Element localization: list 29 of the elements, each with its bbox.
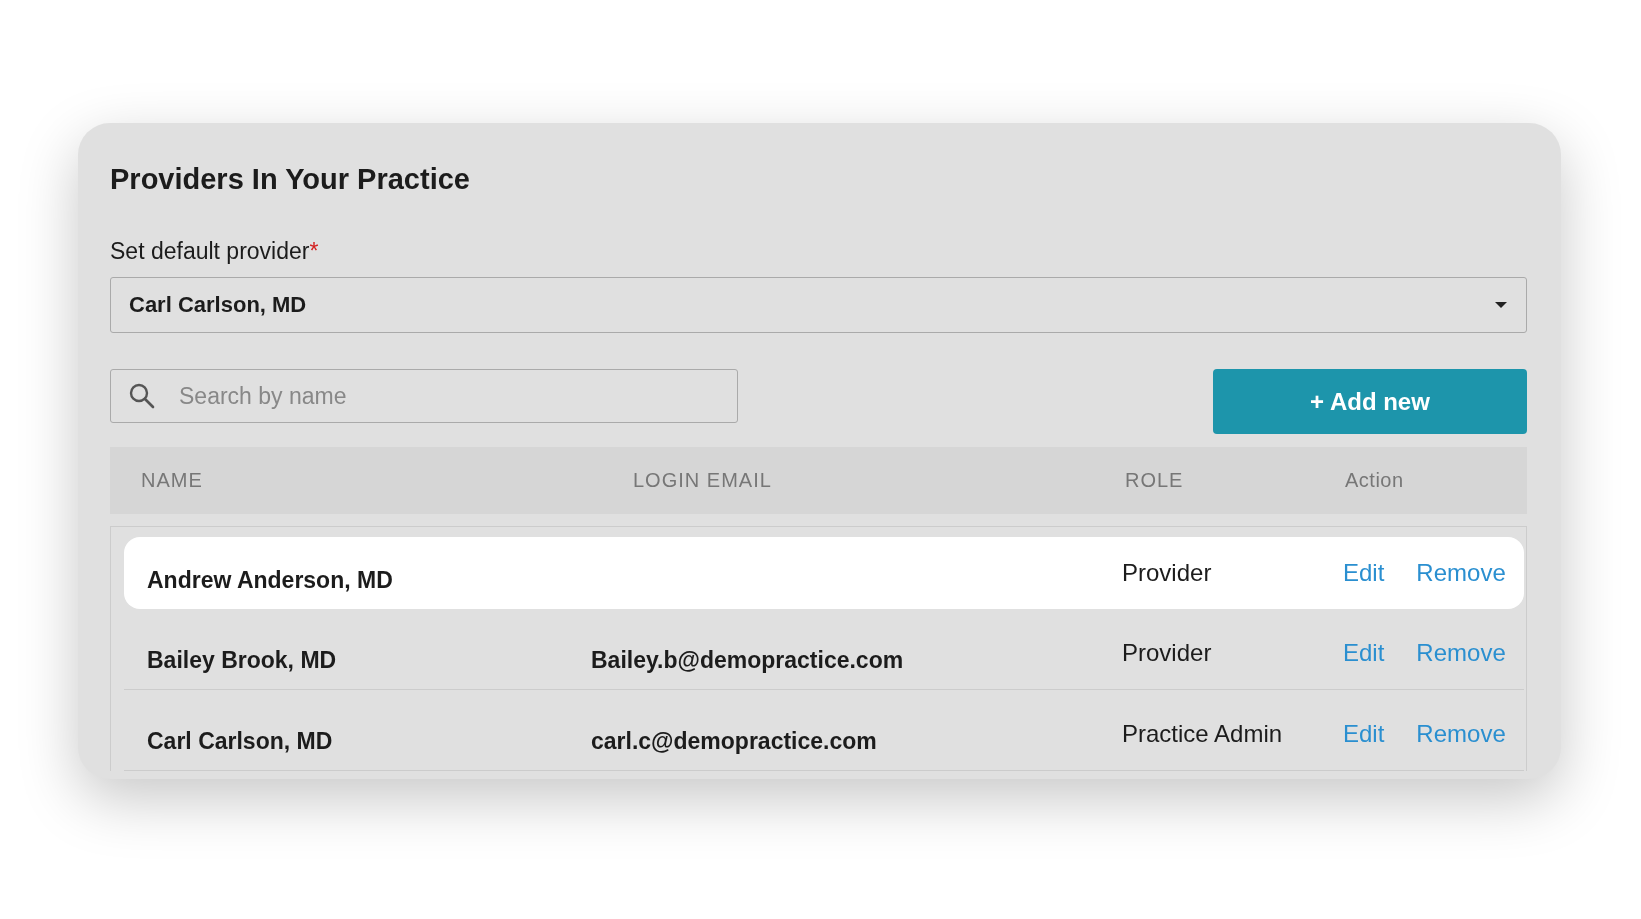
- provider-dropdown[interactable]: Carl Carlson, MD: [110, 277, 1527, 333]
- search-icon: [128, 382, 156, 410]
- table-row[interactable]: Andrew Anderson, MD Provider Edit Remove: [124, 537, 1524, 609]
- table-cell-text: carl.c@demopractice.com: [591, 726, 878, 755]
- table-cell-text: Carl Carlson, MD: [147, 726, 334, 755]
- table-row[interactable]: Carl Carlson, MD carl.c@demopractice.com Practice Admin Edit Remove: [124, 698, 1524, 771]
- action-link[interactable]: Edit: [1343, 720, 1385, 748]
- action-link[interactable]: Remove: [1416, 559, 1506, 587]
- table-row[interactable]: Bailey Brook, MD Bailey.b@demopractice.com Provider Edit Remove: [124, 617, 1524, 690]
- caret-icon: [1494, 301, 1508, 309]
- table-cell-text: Andrew Anderson, MD: [147, 565, 394, 594]
- add-new-button[interactable]: + Add new: [1213, 369, 1527, 434]
- action-link[interactable]: Edit: [1343, 639, 1385, 667]
- table-cell-text: Provider: [1122, 639, 1213, 667]
- column-header: LOGIN EMAIL: [633, 469, 773, 492]
- action-link[interactable]: Remove: [1416, 639, 1506, 667]
- table-cell-text: Bailey.b@demopractice.com: [591, 645, 905, 674]
- action-link[interactable]: Remove: [1416, 720, 1506, 748]
- table-cell-text: Practice Admin: [1122, 720, 1284, 748]
- field-label: Set default provider: [110, 238, 310, 265]
- table-cell-text: Bailey Brook, MD: [147, 645, 338, 674]
- column-header: Action: [1345, 469, 1405, 492]
- search-field[interactable]: Search by name: [110, 369, 738, 423]
- action-link[interactable]: Edit: [1343, 559, 1385, 587]
- column-header: NAME: [141, 469, 204, 492]
- required-mark: *: [309, 238, 319, 265]
- page-title: Providers In Your Practice: [110, 163, 471, 196]
- column-header: ROLE: [1125, 469, 1185, 492]
- table-cell-text: Provider: [1122, 559, 1213, 587]
